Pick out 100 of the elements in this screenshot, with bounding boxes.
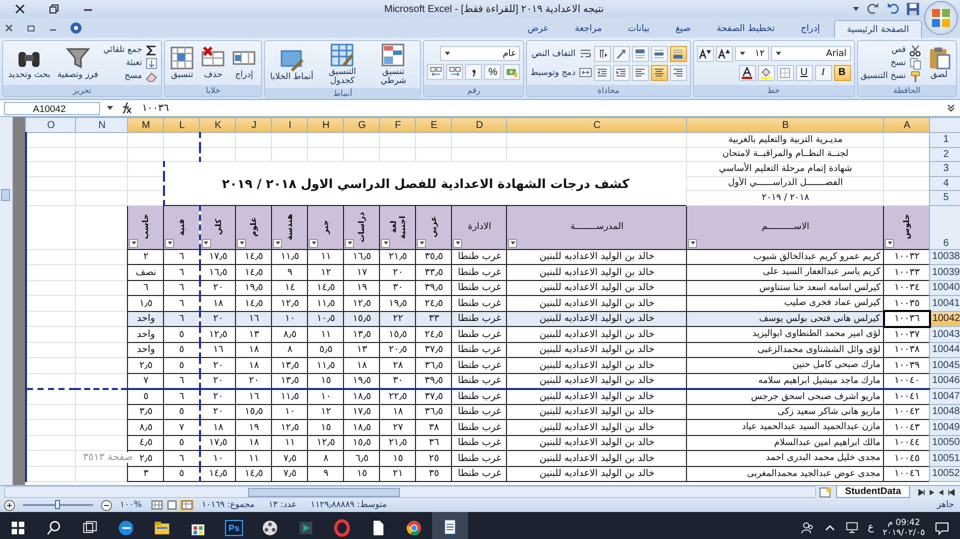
filter-button[interactable] bbox=[345, 238, 354, 248]
ribbon-button[interactable]: قص bbox=[860, 44, 922, 56]
help-icon[interactable] bbox=[70, 22, 82, 34]
new-sheet-icon[interactable] bbox=[819, 486, 834, 498]
ribbon-button[interactable]: تعبئة bbox=[103, 57, 158, 69]
name-box[interactable]: A10042 bbox=[4, 102, 100, 114]
ribbon-button[interactable]: تنسيق شرطي bbox=[369, 43, 418, 86]
row-header[interactable]: 5 bbox=[930, 190, 960, 205]
restore-icon[interactable] bbox=[26, 23, 36, 33]
row-header[interactable]: 10044 bbox=[930, 342, 960, 358]
column-header[interactable]: F bbox=[380, 118, 416, 132]
column-header[interactable]: N bbox=[76, 118, 128, 132]
people-icon[interactable] bbox=[800, 520, 815, 534]
ribbon-button[interactable]: نسخ التنسيق bbox=[860, 70, 922, 82]
ribbon-button[interactable]: فرز وتصفية bbox=[55, 46, 100, 80]
tool-button[interactable] bbox=[465, 64, 482, 80]
filter-button[interactable] bbox=[381, 238, 390, 248]
format-button[interactable]: I bbox=[814, 64, 832, 80]
zoom-out-icon[interactable] bbox=[101, 500, 112, 510]
row-header[interactable]: 10048 bbox=[930, 404, 960, 420]
column-header[interactable]: E bbox=[416, 118, 452, 132]
ribbon-button[interactable]: بحث وتحديد bbox=[6, 46, 52, 80]
vertical-scrollbar[interactable] bbox=[0, 117, 13, 485]
undo-icon[interactable] bbox=[886, 2, 900, 16]
ribbon-tab[interactable]: الصفحة الرئيسية bbox=[834, 20, 922, 38]
horizontal-scrollbar[interactable] bbox=[4, 486, 816, 498]
ribbon-tab[interactable]: عرض bbox=[516, 20, 561, 38]
save-icon[interactable] bbox=[906, 2, 920, 16]
dropdown-field[interactable]: Arial bbox=[770, 46, 851, 61]
column-header[interactable]: H bbox=[308, 118, 344, 132]
tool-button[interactable] bbox=[670, 64, 687, 80]
view-button[interactable] bbox=[180, 500, 194, 510]
taskbar-button[interactable] bbox=[432, 512, 468, 539]
column-header[interactable]: M bbox=[128, 118, 164, 132]
tool-button[interactable] bbox=[716, 46, 733, 62]
row-header[interactable]: 10043 bbox=[930, 326, 960, 342]
row-header[interactable]: 10050 bbox=[930, 435, 960, 450]
tool-button[interactable] bbox=[650, 64, 668, 80]
tool-button[interactable] bbox=[594, 46, 611, 62]
sheet-tab[interactable]: StudentData bbox=[836, 486, 910, 498]
scroll-thumb[interactable] bbox=[1, 189, 10, 201]
format-button[interactable]: B bbox=[834, 64, 851, 80]
view-button[interactable] bbox=[150, 500, 164, 510]
ribbon-button[interactable]: إدراج bbox=[230, 46, 258, 80]
filter-button[interactable] bbox=[417, 238, 426, 248]
ribbon-button[interactable]: جمع تلقائي bbox=[103, 44, 158, 56]
filter-button[interactable] bbox=[129, 238, 138, 248]
expand-icon[interactable] bbox=[946, 103, 956, 113]
close-icon[interactable] bbox=[4, 23, 14, 33]
row-header[interactable]: 10049 bbox=[930, 420, 960, 435]
row-header[interactable]: 6 bbox=[930, 205, 960, 249]
column-header[interactable]: I bbox=[272, 118, 308, 132]
office-button[interactable] bbox=[924, 1, 958, 35]
tool-button[interactable] bbox=[632, 64, 649, 80]
row-header[interactable]: 4 bbox=[930, 176, 960, 190]
column-header[interactable]: A bbox=[884, 118, 930, 132]
row-header[interactable]: 10041 bbox=[930, 296, 960, 311]
ribbon-button[interactable]: لصق bbox=[925, 46, 953, 80]
column-header[interactable]: L bbox=[164, 118, 200, 132]
column-header[interactable]: O bbox=[26, 118, 76, 132]
clock-button[interactable]: 09:42 م ٢٠١٩/٠٢/٠٥ bbox=[882, 518, 925, 538]
tool-button[interactable] bbox=[612, 64, 630, 80]
tool-button[interactable] bbox=[696, 46, 714, 62]
column-header[interactable]: B bbox=[686, 118, 884, 132]
ribbon-button[interactable]: نسخ bbox=[860, 57, 922, 69]
filter-button[interactable] bbox=[237, 238, 246, 248]
filter-button[interactable] bbox=[508, 238, 518, 248]
column-header[interactable]: D bbox=[452, 118, 507, 132]
dropdown-field[interactable]: ١٢ bbox=[734, 46, 769, 61]
ribbon-button[interactable]: حذف bbox=[199, 46, 228, 80]
column-header[interactable]: K bbox=[200, 118, 236, 132]
language-indicator[interactable]: ع bbox=[868, 522, 874, 533]
row-header[interactable]: 10046 bbox=[930, 373, 960, 388]
tool-button[interactable] bbox=[427, 64, 444, 80]
monitor-icon[interactable] bbox=[844, 520, 859, 534]
ribbon-button[interactable]: مسح bbox=[103, 70, 158, 82]
tool-button[interactable] bbox=[758, 64, 775, 80]
row-header[interactable]: 3 bbox=[930, 162, 960, 176]
ribbon-button[interactable]: التنسيق كجدول bbox=[318, 43, 366, 86]
function-icon[interactable] bbox=[120, 102, 132, 114]
row-header[interactable]: 2 bbox=[930, 147, 960, 162]
filter-button[interactable] bbox=[885, 238, 894, 248]
zoom-in-icon[interactable] bbox=[4, 500, 15, 510]
ribbon-button[interactable]: أنماط الخلايا bbox=[268, 48, 316, 82]
notification-icon[interactable] bbox=[934, 520, 950, 536]
row-header[interactable]: 10051 bbox=[930, 450, 960, 466]
filter-button[interactable] bbox=[202, 238, 211, 248]
column-header[interactable]: J bbox=[236, 118, 272, 132]
tool-button[interactable] bbox=[594, 64, 611, 80]
row-header[interactable]: 10038 bbox=[930, 249, 960, 264]
row-header[interactable]: 10047 bbox=[930, 388, 960, 404]
row-header[interactable]: 1 bbox=[930, 132, 960, 147]
format-button[interactable]: % bbox=[484, 64, 502, 80]
redo-icon[interactable] bbox=[866, 2, 880, 16]
filter-button[interactable] bbox=[273, 238, 282, 248]
caret-down-icon[interactable] bbox=[852, 5, 860, 13]
column-header[interactable]: C bbox=[506, 118, 687, 132]
scroll-thumb[interactable] bbox=[248, 488, 400, 497]
row-header[interactable]: 10045 bbox=[930, 358, 960, 373]
ribbon-tab[interactable]: بيانات bbox=[616, 20, 662, 38]
